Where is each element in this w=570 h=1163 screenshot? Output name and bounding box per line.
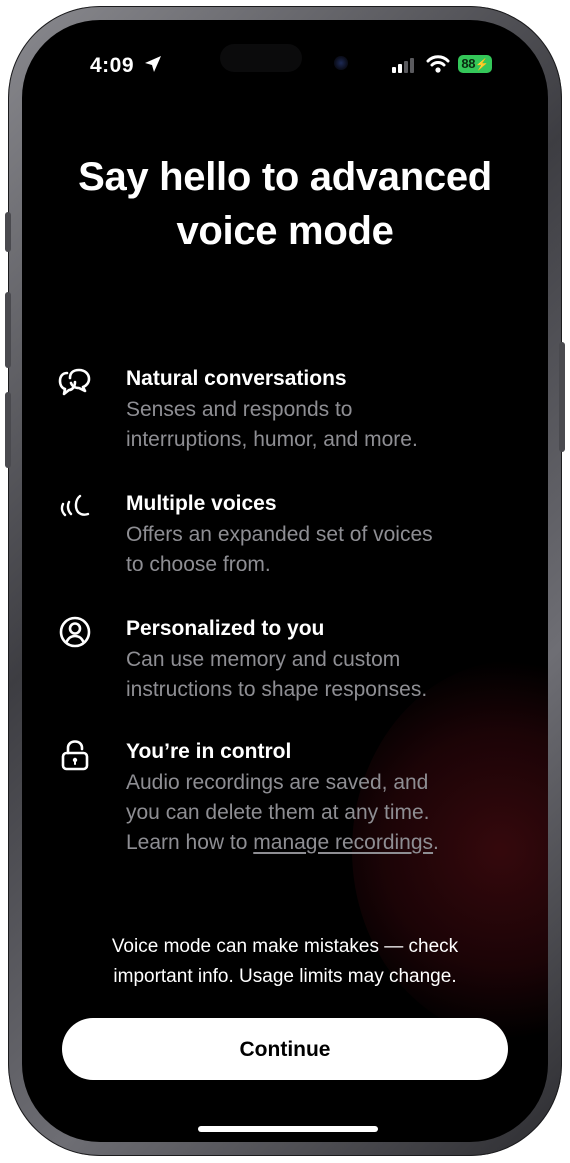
battery-indicator: 88⚡ [458, 55, 492, 73]
home-indicator[interactable] [198, 1126, 378, 1132]
dynamic-island [220, 44, 302, 72]
action-button [5, 212, 11, 252]
front-camera [334, 56, 348, 70]
description-line: Audio recordings are saved, and [126, 771, 429, 794]
description-line: Learn how to manage recordings. [126, 828, 526, 858]
disclaimer-text: Voice mode can make mistakes — check imp… [52, 932, 518, 992]
description-line: Senses and responds to [126, 398, 353, 421]
description-line: to choose from. [126, 553, 271, 576]
feature-title: Natural conversations [126, 367, 347, 390]
app-screen: 4:09 88⚡ Say hello to advanced voice mod… [22, 20, 548, 1142]
feature-in-control: You’re in control Audio recordings are s… [52, 738, 522, 868]
power-button [559, 342, 565, 452]
feature-description: Offers an expanded set of voices to choo… [126, 520, 526, 580]
feature-natural-conversations: Natural conversations Senses and respond… [52, 365, 522, 465]
description-line: interruptions, humor, and more. [126, 428, 418, 451]
chat-bubbles-icon [58, 368, 91, 396]
page-title: Say hello to advanced voice mode [78, 155, 492, 253]
lock-icon [61, 740, 89, 771]
feature-title: You’re in control [126, 740, 292, 763]
charging-bolt-icon: ⚡ [475, 59, 489, 71]
status-bar: 4:09 88⚡ [22, 20, 548, 110]
feature-description: Senses and responds to interruptions, hu… [126, 395, 526, 455]
link-prefix: Learn how to [126, 831, 254, 854]
voice-waves-icon [60, 494, 90, 517]
feature-title: Multiple voices [126, 492, 277, 515]
volume-down-button [5, 392, 11, 468]
feature-title: Personalized to you [126, 617, 325, 640]
status-time: 4:09 [90, 54, 135, 77]
battery-level: 88 [461, 56, 476, 71]
person-circle-icon [59, 616, 91, 648]
feature-description: Audio recordings are saved, and you can … [126, 768, 526, 858]
description-line: you can delete them at any time. [126, 801, 430, 824]
location-arrow-icon [145, 56, 161, 72]
disclaimer-line: Voice mode can make mistakes — check [111, 936, 459, 957]
disclaimer-line: important info. Usage limits may change. [113, 966, 457, 987]
continue-button[interactable]: Continue [62, 1018, 508, 1080]
link-suffix: . [433, 831, 439, 854]
volume-up-button [5, 292, 11, 368]
feature-multiple-voices: Multiple voices Offers an expanded set o… [52, 490, 522, 590]
description-line: instructions to shape responses. [126, 678, 428, 701]
cellular-signal-icon [392, 58, 414, 73]
feature-description: Can use memory and custom instructions t… [126, 645, 526, 705]
description-line: Can use memory and custom [126, 648, 401, 671]
feature-personalized: Personalized to you Can use memory and c… [52, 615, 522, 715]
manage-recordings-link[interactable]: manage recordings [253, 831, 433, 854]
wifi-icon [426, 55, 450, 73]
description-line: Offers an expanded set of voices [126, 523, 433, 546]
